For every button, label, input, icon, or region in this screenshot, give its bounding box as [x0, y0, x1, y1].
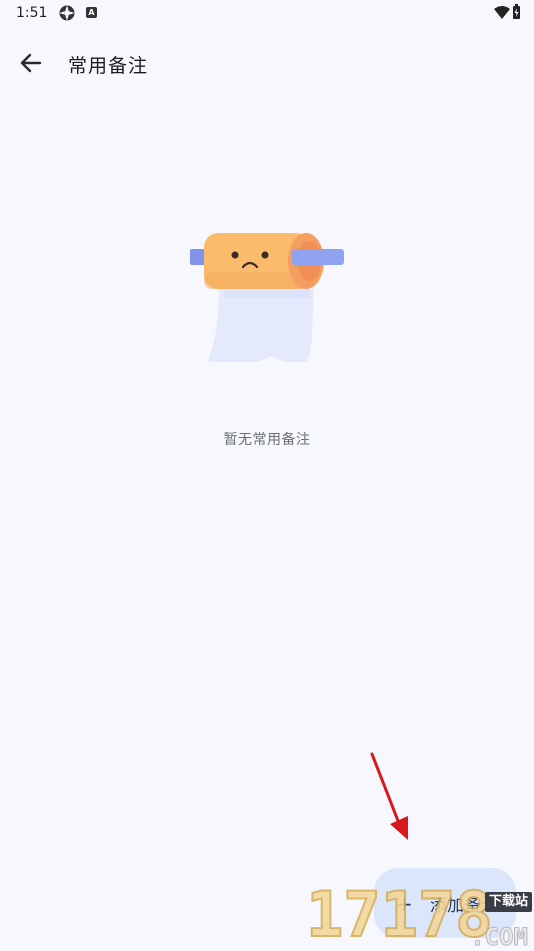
watermark-badge: 下载站 — [484, 892, 532, 912]
settings-icon — [59, 5, 75, 21]
a-badge-icon: A — [86, 7, 97, 18]
watermark-logo: 17178 下载站 .COM — [305, 876, 534, 951]
watermark-digits: 17178 — [305, 878, 494, 951]
annotation-arrow-icon — [370, 752, 408, 840]
empty-state-text: 暂无常用备注 — [223, 432, 311, 448]
watermark-suffix: .COM — [470, 923, 529, 951]
empty-state-illustration — [190, 233, 344, 362]
page-title: 常用备注 — [68, 55, 149, 77]
battery-charging-icon — [513, 4, 520, 19]
wifi-icon — [494, 6, 510, 19]
status-time: 1:51 — [16, 5, 48, 21]
status-bar: 1:51 A — [0, 0, 534, 28]
arrow-left-icon[interactable] — [18, 50, 44, 76]
app-header: 常用备注 — [0, 42, 534, 82]
